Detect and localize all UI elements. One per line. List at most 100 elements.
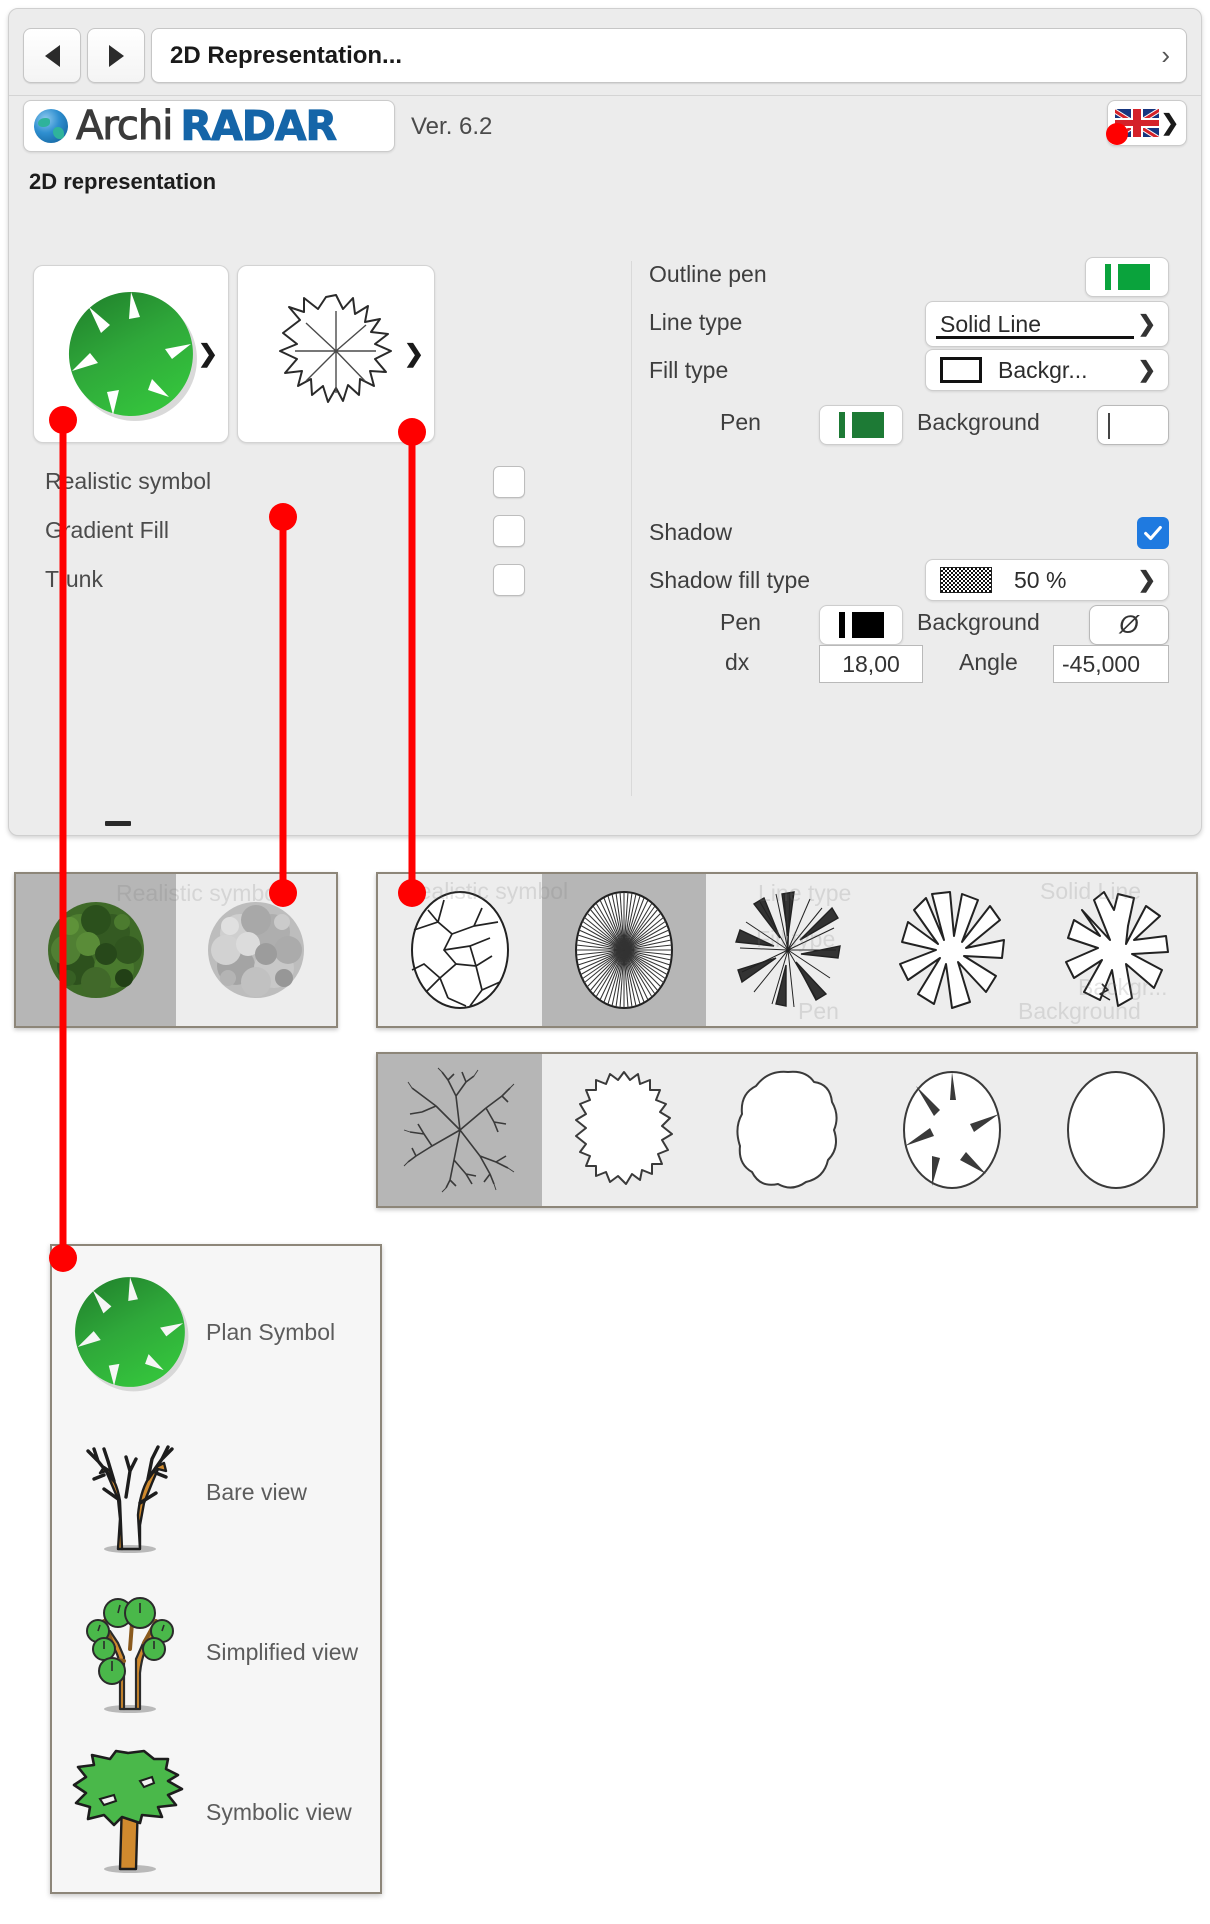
line-type-value: Solid Line <box>940 310 1042 337</box>
label-fill-pen: Pen <box>720 409 761 435</box>
pen-color-icon <box>820 606 902 644</box>
shadow-fill-type-value: 50 % <box>1014 566 1067 593</box>
logo-text-archi: Archi <box>75 103 173 150</box>
pen-color-icon <box>820 406 902 444</box>
shadow-background-input[interactable]: Ø <box>1089 605 1169 645</box>
back-arrow-icon <box>44 44 60 67</box>
menu-item-label: Simplified view <box>206 1638 359 1665</box>
back-button[interactable] <box>23 28 81 83</box>
gallery-item-jagged-lobed-canopy[interactable] <box>1034 874 1198 1026</box>
label-shadow-background: Background <box>917 609 1040 635</box>
chevron-right-icon: ❯ <box>1160 110 1180 135</box>
branch-network-canopy-icon <box>403 1067 515 1193</box>
checkbox-gradient-fill[interactable] <box>493 515 525 547</box>
option-row-realistic-symbol: Realistic symbol <box>45 461 545 501</box>
version-label: Ver. 6.2 <box>411 113 493 140</box>
checkbox-shadow[interactable] <box>1137 517 1169 549</box>
zigzag-outline-canopy-icon <box>575 1071 673 1185</box>
dx-value: 18,00 <box>842 650 900 677</box>
tree-view-mode-menu[interactable]: Plan Symbol Bare view Simplified view Sy… <box>50 1244 382 1894</box>
menu-item-simplified-view[interactable]: Simplified view <box>52 1572 384 1732</box>
menu-item-label: Bare view <box>206 1478 307 1505</box>
realistic-tree-gray-icon <box>208 902 304 998</box>
label-outline-pen: Outline pen <box>649 261 767 287</box>
checkmark-icon <box>1144 525 1162 541</box>
two-d-representation-dialog: 2D Representation... › Archi RADAR Ver. 6… <box>8 8 1202 836</box>
crackle-canopy-icon <box>411 891 509 1009</box>
menu-item-symbolic-view[interactable]: Symbolic view <box>52 1732 384 1892</box>
gallery-item-plain-circle-canopy[interactable] <box>1034 1054 1198 1206</box>
menu-item-label: Symbolic view <box>206 1798 352 1825</box>
label-line-type: Line type <box>649 309 743 335</box>
outline-shape-preview-tile[interactable]: ❯ <box>237 265 435 443</box>
label-shadow-fill-type: Shadow fill type <box>649 567 811 593</box>
chevron-right-icon: ❯ <box>1137 357 1156 382</box>
realistic-symbol-gallery[interactable]: Realistic symbol <box>14 872 338 1028</box>
logo-text-radar: RADAR <box>180 102 338 151</box>
outline-symbol-gallery-row1[interactable]: Realistic symbol Line type Solid Line Fi… <box>376 872 1198 1028</box>
shadow-pen-swatch[interactable] <box>819 605 903 645</box>
radial-burst-canopy-icon <box>735 891 841 1008</box>
pen-color-icon <box>1086 258 1168 296</box>
menu-item-bare-view[interactable]: Bare view <box>52 1412 384 1572</box>
uk-flag-icon <box>1114 109 1159 137</box>
gallery-item-branch-network-canopy[interactable] <box>378 1054 542 1206</box>
hatch-pattern-preview-icon <box>940 567 992 593</box>
gallery-item-realistic-tree-gray[interactable] <box>176 874 336 1026</box>
outline-symbol-gallery-row2[interactable] <box>376 1052 1198 1208</box>
archiradar-logo: Archi RADAR <box>23 100 395 152</box>
chevron-right-icon: › <box>1161 40 1170 70</box>
label-angle: Angle <box>959 649 1018 675</box>
gallery-item-star-lobed-canopy[interactable] <box>870 874 1034 1026</box>
plan-symbol-icon <box>68 292 197 421</box>
gallery-item-radial-burst-canopy[interactable] <box>706 874 870 1026</box>
checkbox-trunk[interactable] <box>493 564 525 596</box>
settings-page-selector[interactable]: 2D Representation... › <box>151 28 1187 83</box>
gallery-item-crackle-canopy[interactable] <box>378 874 542 1026</box>
settings-page-title: 2D Representation... <box>170 41 403 69</box>
gallery-item-dense-radial-canopy[interactable] <box>542 874 706 1026</box>
chevron-right-icon: ❯ <box>197 340 218 368</box>
outline-pen-swatch[interactable] <box>1085 257 1169 297</box>
fill-type-value: Backgr... <box>998 356 1088 383</box>
brand-bar: Archi RADAR Ver. 6.2 ❯ <box>23 100 1187 152</box>
bare-tree-icon <box>66 1417 194 1567</box>
checkbox-realistic-symbol[interactable] <box>493 466 525 498</box>
realistic-tree-color-icon <box>48 902 144 998</box>
fill-type-select[interactable]: Backgr... ❯ <box>925 349 1169 391</box>
fill-background-input[interactable] <box>1097 405 1169 445</box>
column-divider <box>631 261 632 796</box>
plan-symbol-icon <box>66 1257 194 1407</box>
chevron-right-icon: ❯ <box>1137 311 1156 336</box>
option-label-gradient-fill: Gradient Fill <box>45 516 169 543</box>
menu-item-label: Plan Symbol <box>206 1318 336 1345</box>
language-selector-button[interactable]: ❯ <box>1107 100 1187 146</box>
menu-item-plan-symbol[interactable]: Plan Symbol <box>52 1252 384 1412</box>
gallery-item-zigzag-outline-canopy[interactable] <box>542 1054 706 1206</box>
navigation-bar: 2D Representation... › <box>23 28 1187 83</box>
dense-radial-canopy-icon <box>575 891 673 1009</box>
plan-symbol-preview-tile[interactable]: ❯ <box>33 265 229 443</box>
label-shadow: Shadow <box>649 519 733 545</box>
notched-circle-canopy-icon <box>903 1071 1001 1189</box>
shadow-fill-type-select[interactable]: 50 % ❯ <box>925 559 1169 601</box>
wavy-outline-canopy-icon <box>736 1070 838 1189</box>
forward-button[interactable] <box>87 28 145 83</box>
fill-pen-swatch[interactable] <box>819 405 903 445</box>
dx-input[interactable]: 18,00 <box>819 645 923 683</box>
gallery-item-wavy-outline-canopy[interactable] <box>706 1054 870 1206</box>
option-label-realistic-symbol: Realistic symbol <box>45 467 212 494</box>
plain-circle-canopy-icon <box>1067 1071 1165 1189</box>
jagged-lobed-canopy-icon <box>1065 891 1169 1007</box>
outline-shape-icon <box>279 294 392 403</box>
panel-bottom-marker <box>105 821 131 826</box>
label-dx: dx <box>725 649 750 675</box>
shadow-background-value: Ø <box>1119 610 1139 639</box>
fill-pattern-preview-icon <box>940 357 982 383</box>
gallery-item-notched-circle-canopy[interactable] <box>870 1054 1034 1206</box>
gallery-item-realistic-tree-color[interactable] <box>16 874 176 1026</box>
angle-input[interactable]: -45,000 <box>1053 645 1169 683</box>
line-type-select[interactable]: Solid Line ❯ <box>925 301 1169 347</box>
chevron-right-icon: ❯ <box>403 340 424 368</box>
star-lobed-canopy-icon <box>899 891 1005 1009</box>
